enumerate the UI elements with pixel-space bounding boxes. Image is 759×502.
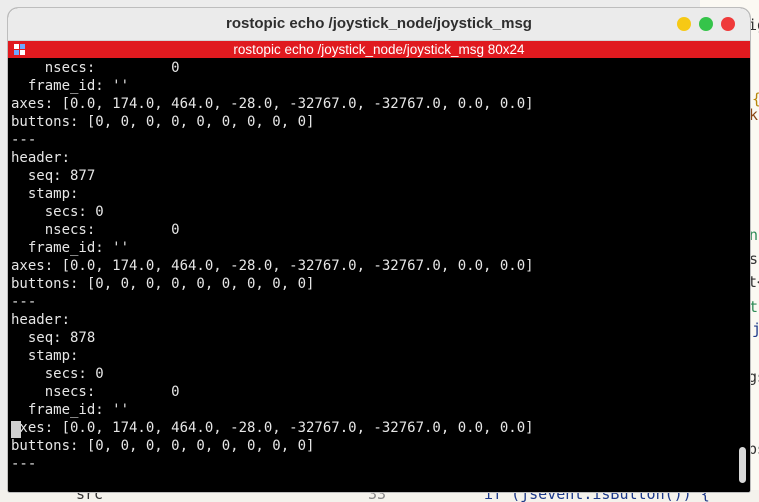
tab-title: rostopic echo /joystick_node/joystick_ms…: [233, 42, 525, 57]
terminal-line: nsecs: 0: [11, 222, 180, 238]
terminal-line: stamp:: [11, 186, 79, 202]
terminal-line: nsecs: 0: [11, 60, 180, 76]
terminal-line: stamp:: [11, 348, 79, 364]
terminal-line: seq: 878: [11, 330, 96, 346]
terminal-line: header:: [11, 150, 71, 166]
maximize-button[interactable]: [699, 17, 713, 31]
title-bar[interactable]: rostopic echo /joystick_node/joystick_ms…: [8, 8, 750, 41]
close-button[interactable]: [721, 17, 735, 31]
terminal-line: secs: 0: [11, 204, 104, 220]
terminal-line: buttons: [0, 0, 0, 0, 0, 0, 0, 0, 0]: [11, 114, 315, 130]
terminal-line: ---: [11, 294, 37, 310]
terminal-line: ---: [11, 132, 37, 148]
terminal-line: axes: [0.0, 174.0, 464.0, -28.0, -32767.…: [11, 96, 534, 112]
terminal-line: header:: [11, 312, 71, 328]
terminal-line: seq: 877: [11, 168, 96, 184]
terminal-window[interactable]: rostopic echo /joystick_node/joystick_ms…: [8, 8, 750, 492]
terminal-output[interactable]: nsecs: 0 frame_id: '' axes: [0.0, 174.0, …: [8, 58, 736, 492]
terminal-line: ---: [11, 456, 37, 472]
scrollbar-thumb[interactable]: [739, 447, 746, 483]
terminal-line: nsecs: 0: [11, 384, 180, 400]
scrollbar[interactable]: [736, 58, 750, 492]
terminal-line: axes: [0.0, 174.0, 464.0, -28.0, -32767.…: [11, 420, 534, 436]
terminal-line: axes: [0.0, 174.0, 464.0, -28.0, -32767.…: [11, 258, 534, 274]
terminal-line: buttons: [0, 0, 0, 0, 0, 0, 0, 0, 0]: [11, 438, 315, 454]
text-cursor: [11, 421, 21, 438]
terminal-tab-bar[interactable]: rostopic echo /joystick_node/joystick_ms…: [8, 41, 750, 58]
window-title: rostopic echo /joystick_node/joystick_ms…: [226, 15, 532, 32]
minimize-button[interactable]: [677, 17, 691, 31]
background-code-fragment: j: [752, 320, 759, 338]
terminal-line: frame_id: '': [11, 240, 130, 256]
terminal-line: frame_id: '': [11, 78, 130, 94]
terminal-line: secs: 0: [11, 366, 104, 382]
terminal-line: frame_id: '': [11, 402, 130, 418]
terminal-line: buttons: [0, 0, 0, 0, 0, 0, 0, 0, 0]: [11, 276, 315, 292]
